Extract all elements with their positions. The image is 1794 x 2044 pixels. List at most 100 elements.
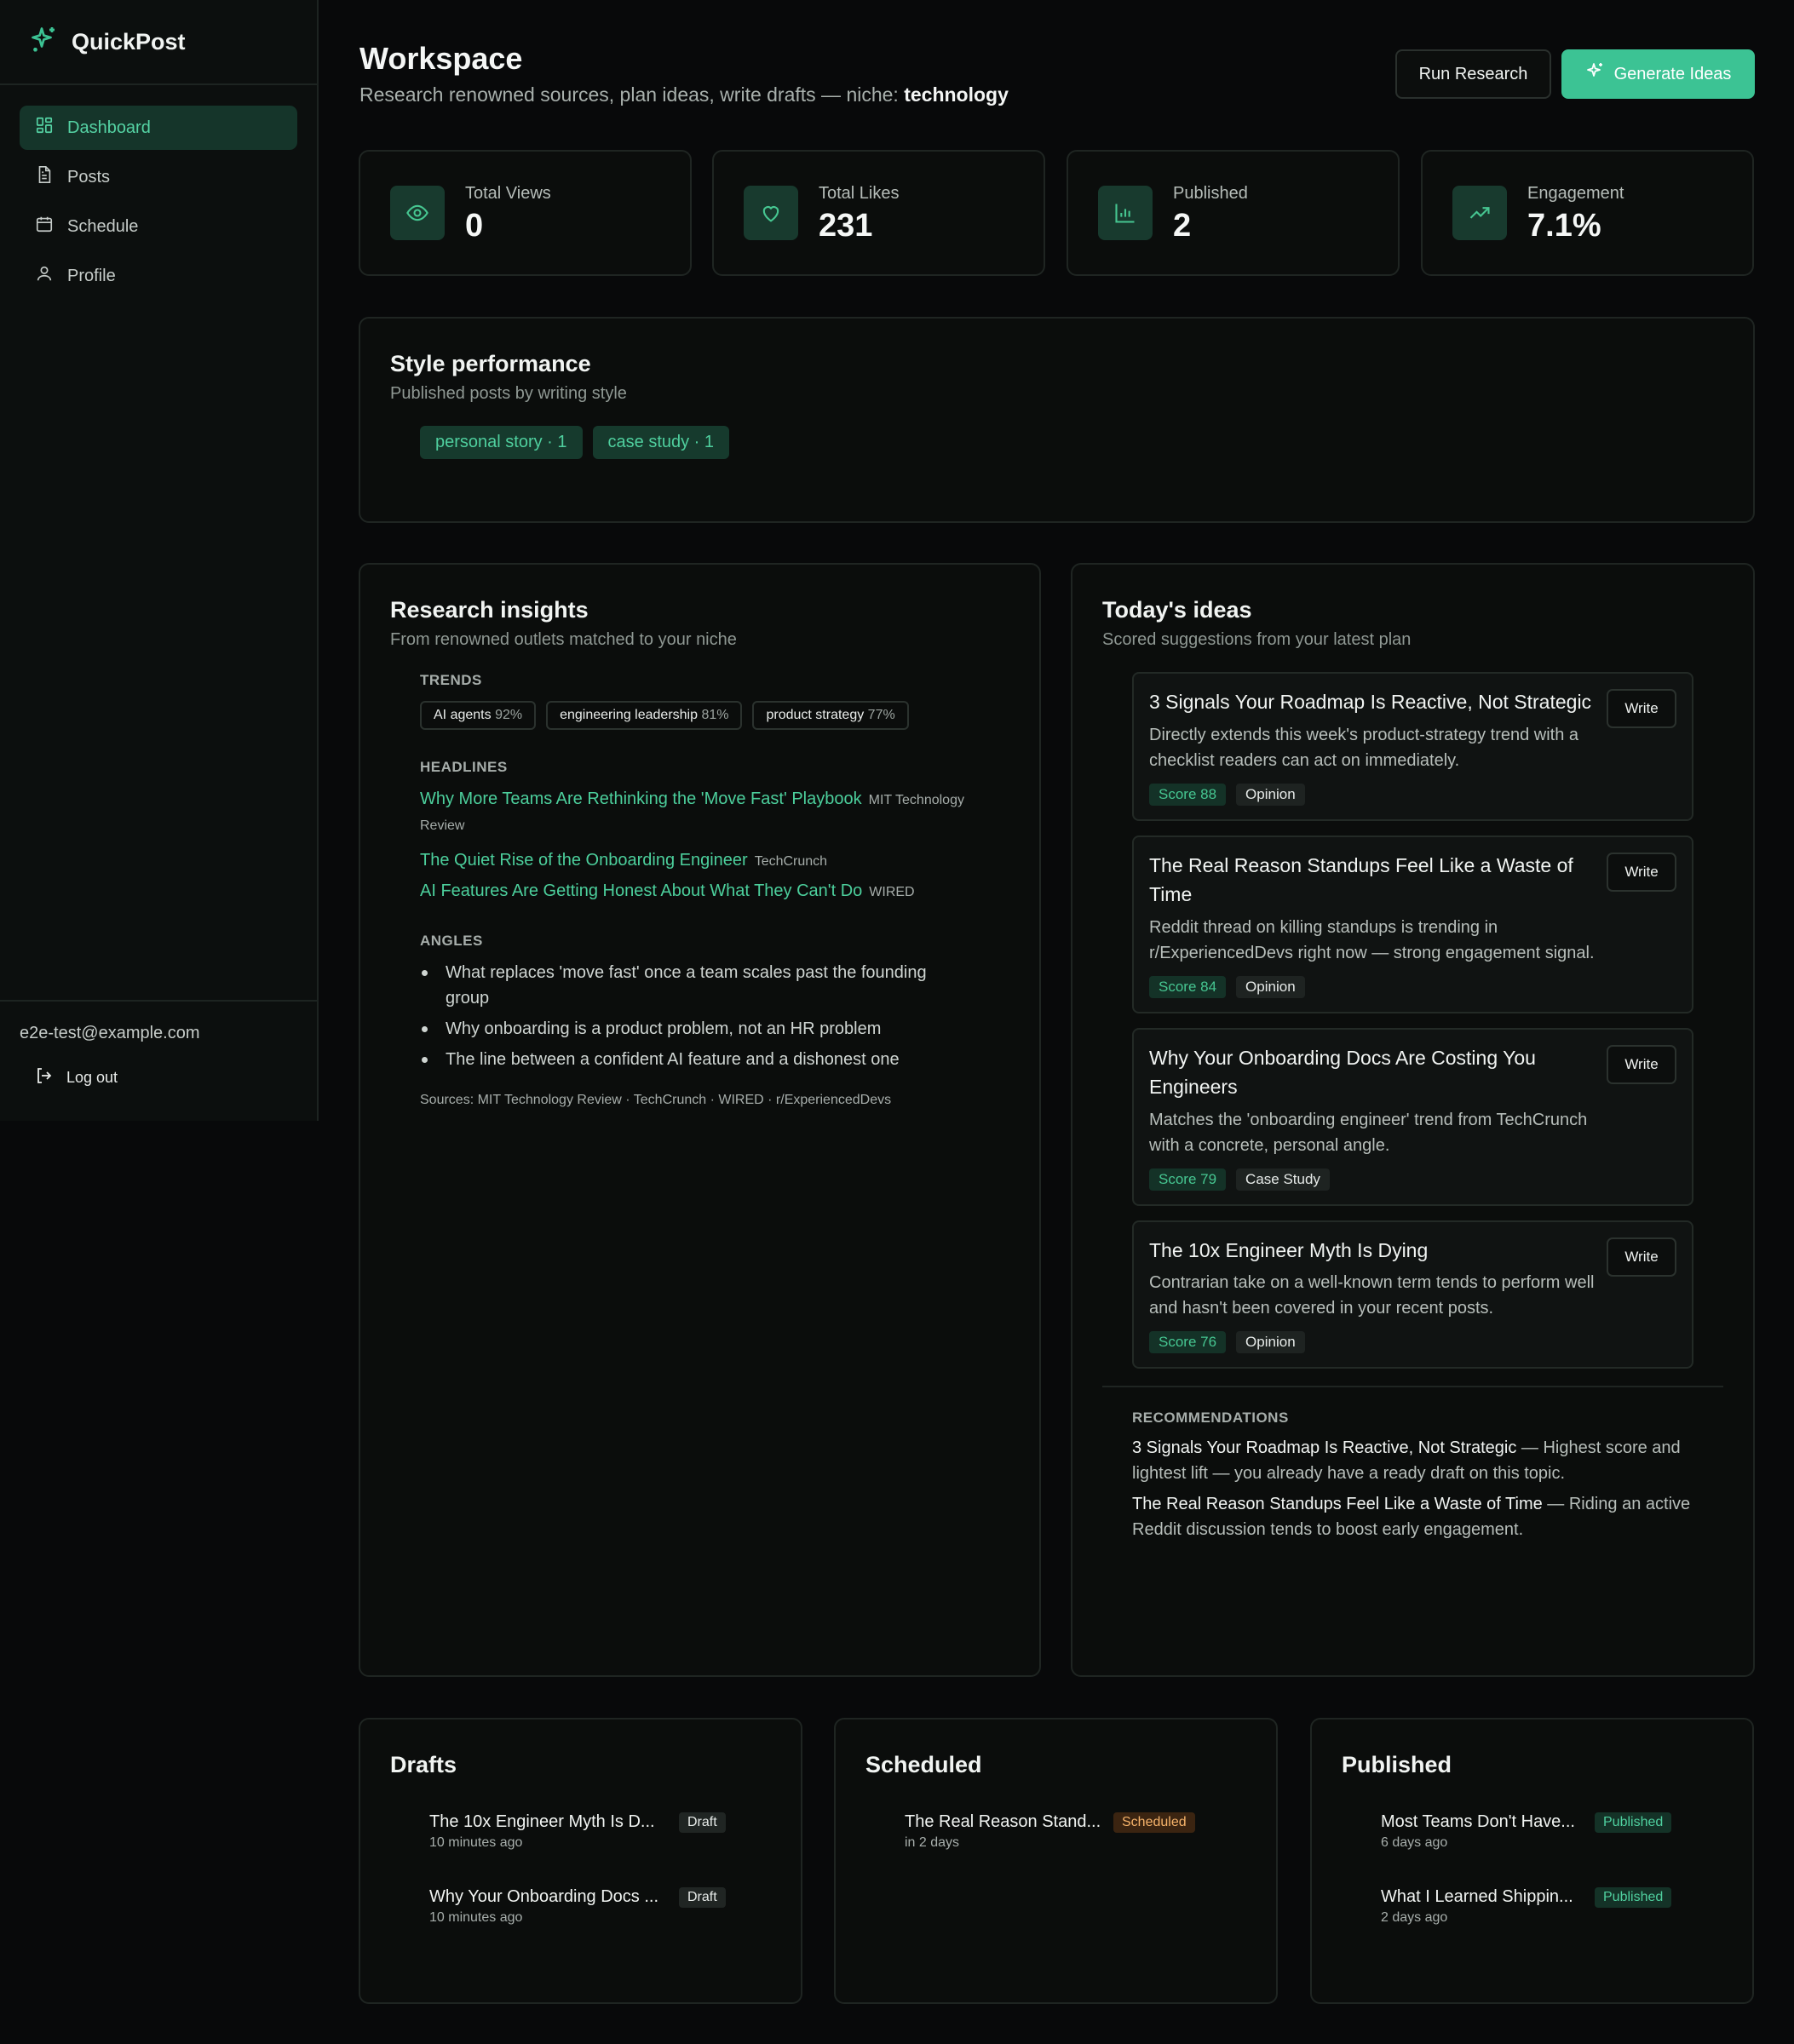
nav-item-profile[interactable]: Profile [20, 254, 297, 298]
trend-name: engineering leadership [560, 708, 698, 722]
nav-label: Dashboard [67, 118, 151, 137]
idea-title: Why Your Onboarding Docs Are Costing You… [1149, 1046, 1536, 1099]
idea-tags: Score 88 Opinion [1149, 783, 1676, 806]
stat-card-views: Total Views 0 [359, 150, 692, 276]
headline-item: AI Features Are Getting Honest About Wha… [420, 878, 1009, 904]
idea-tags: Score 76 Opinion [1149, 1331, 1676, 1353]
headline-link[interactable]: AI Features Are Getting Honest About Wha… [420, 881, 862, 900]
niche-value: technology [904, 83, 1009, 106]
recommendation-item: The Real Reason Standups Feel Like a Was… [1132, 1491, 1703, 1542]
idea-card: 3 Signals Your Roadmap Is Reactive, Not … [1132, 672, 1693, 821]
draft-row[interactable]: Why Your Onboarding Docs ... 10 minutes … [429, 1887, 771, 1937]
user-email: e2e-test@example.com [20, 1024, 200, 1042]
section-title: Drafts [390, 1752, 457, 1777]
status-badge: Draft [679, 1812, 726, 1833]
generate-ideas-button[interactable]: Generate Ideas [1561, 49, 1755, 99]
idea-description: Directly extends this week's product-str… [1149, 725, 1579, 770]
score-tag: Score 88 [1149, 783, 1227, 806]
section-subtitle: Scored suggestions from your latest plan [1102, 630, 1412, 649]
run-research-button[interactable]: Run Research [1395, 49, 1551, 99]
write-button[interactable]: Write [1607, 1044, 1676, 1084]
page-header: Workspace Research renowned sources, pla… [359, 0, 1755, 150]
post-time: 6 days ago [1381, 1835, 1448, 1850]
status-badge: Draft [679, 1887, 726, 1908]
post-time: 10 minutes ago [429, 1835, 523, 1850]
headline-link[interactable]: The Quiet Rise of the Onboarding Enginee… [420, 851, 748, 870]
calendar-icon [35, 215, 54, 238]
stat-value: 2 [1173, 208, 1192, 244]
write-button[interactable]: Write [1607, 1237, 1676, 1277]
style-chip: personal story · 1 [420, 426, 583, 459]
scheduled-card: Scheduled The Real Reason Stand... in 2 … [834, 1718, 1278, 2004]
main-content: Workspace Research renowned sources, pla… [359, 0, 1755, 2004]
heart-icon [744, 186, 798, 240]
trend-chip[interactable]: engineering leadership 81% [546, 701, 743, 730]
section-title: Today's ideas [1102, 597, 1252, 623]
section-title: Style performance [390, 351, 591, 376]
section-title: Scheduled [865, 1752, 982, 1777]
sidebar-footer: e2e-test@example.com Log out [0, 1000, 317, 1121]
trend-chip[interactable]: product strategy 77% [752, 701, 909, 730]
logout-button[interactable]: Log out [20, 1065, 297, 1090]
published-row[interactable]: Most Teams Don't Have... 6 days ago Publ… [1381, 1812, 1722, 1862]
stat-value: 0 [465, 208, 484, 244]
recommendation-title: The Real Reason Standups Feel Like a Was… [1132, 1495, 1543, 1513]
headline-source: TechCrunch [754, 854, 828, 869]
angles-label: ANGLES [420, 933, 483, 949]
stat-value: 231 [819, 208, 873, 244]
scheduled-row[interactable]: The Real Reason Stand... in 2 days Sched… [905, 1812, 1246, 1862]
stat-label: Total Views [465, 184, 551, 203]
eye-icon [390, 186, 445, 240]
draft-row[interactable]: The 10x Engineer Myth Is D... 10 minutes… [429, 1812, 771, 1862]
bar-chart-icon [1098, 186, 1153, 240]
stat-card-published: Published 2 [1067, 150, 1400, 276]
write-button[interactable]: Write [1607, 852, 1676, 892]
nav-item-posts[interactable]: Posts [20, 155, 297, 199]
dashboard-icon [35, 116, 54, 140]
section-subtitle: Published posts by writing style [390, 384, 627, 403]
write-button[interactable]: Write [1607, 689, 1676, 728]
brand-name: QuickPost [72, 28, 186, 55]
style-performance-card: Style performance Published posts by wri… [359, 317, 1755, 523]
post-title: The Real Reason Stand... [905, 1812, 1101, 1831]
idea-description: Reddit thread on killing standups is tre… [1149, 917, 1595, 962]
recommendation-title: 3 Signals Your Roadmap Is Reactive, Not … [1132, 1438, 1517, 1457]
published-row[interactable]: What I Learned Shippin... 2 days ago Pub… [1381, 1887, 1722, 1937]
angle-item: What replaces 'move fast' once a team sc… [420, 960, 965, 1011]
user-icon [35, 264, 54, 288]
logout-icon [34, 1065, 55, 1090]
score-tag: Score 76 [1149, 1331, 1227, 1353]
logout-label: Log out [66, 1069, 118, 1086]
trend-pct: 77% [867, 708, 895, 722]
trend-pct: 92% [495, 708, 523, 722]
recommendations-label: RECOMMENDATIONS [1132, 1410, 1289, 1426]
divider [1102, 1386, 1723, 1387]
headline-item: Why More Teams Are Rethinking the 'Move … [420, 786, 965, 837]
nav-label: Profile [67, 266, 116, 285]
angles-list: What replaces 'move fast' once a team sc… [420, 960, 1009, 1072]
trend-pct: 81% [701, 708, 729, 722]
nav-item-schedule[interactable]: Schedule [20, 204, 297, 249]
status-badge: Scheduled [1113, 1812, 1195, 1833]
angle-item: The line between a confident AI feature … [420, 1047, 965, 1072]
brand[interactable]: QuickPost [0, 0, 317, 85]
idea-card: The Real Reason Standups Feel Like a Was… [1132, 835, 1693, 1013]
headline-link[interactable]: Why More Teams Are Rethinking the 'Move … [420, 789, 862, 808]
stat-label: Total Likes [819, 184, 900, 203]
todays-ideas-card: Today's ideas Scored suggestions from yo… [1071, 563, 1755, 1677]
generate-ideas-label: Generate Ideas [1613, 64, 1732, 83]
trend-chip[interactable]: AI agents 92% [420, 701, 537, 730]
nav-label: Posts [67, 167, 111, 187]
trends-list: AI agents 92% engineering leadership 81%… [420, 701, 1009, 730]
idea-description: Contrarian take on a well-known term ten… [1149, 1273, 1595, 1318]
published-card: Published Most Teams Don't Have... 6 day… [1310, 1718, 1754, 2004]
stat-card-engagement: Engagement 7.1% [1421, 150, 1754, 276]
sidebar-nav: Dashboard Posts Schedule Profile [0, 85, 317, 324]
score-tag: Score 79 [1149, 1168, 1227, 1191]
nav-item-dashboard[interactable]: Dashboard [20, 106, 297, 150]
sparkle-icon [1585, 61, 1606, 87]
stat-value: 7.1% [1527, 208, 1601, 244]
status-badge: Published [1595, 1887, 1672, 1908]
idea-description: Matches the 'onboarding engineer' trend … [1149, 1110, 1588, 1155]
section-title: Research insights [390, 597, 589, 623]
